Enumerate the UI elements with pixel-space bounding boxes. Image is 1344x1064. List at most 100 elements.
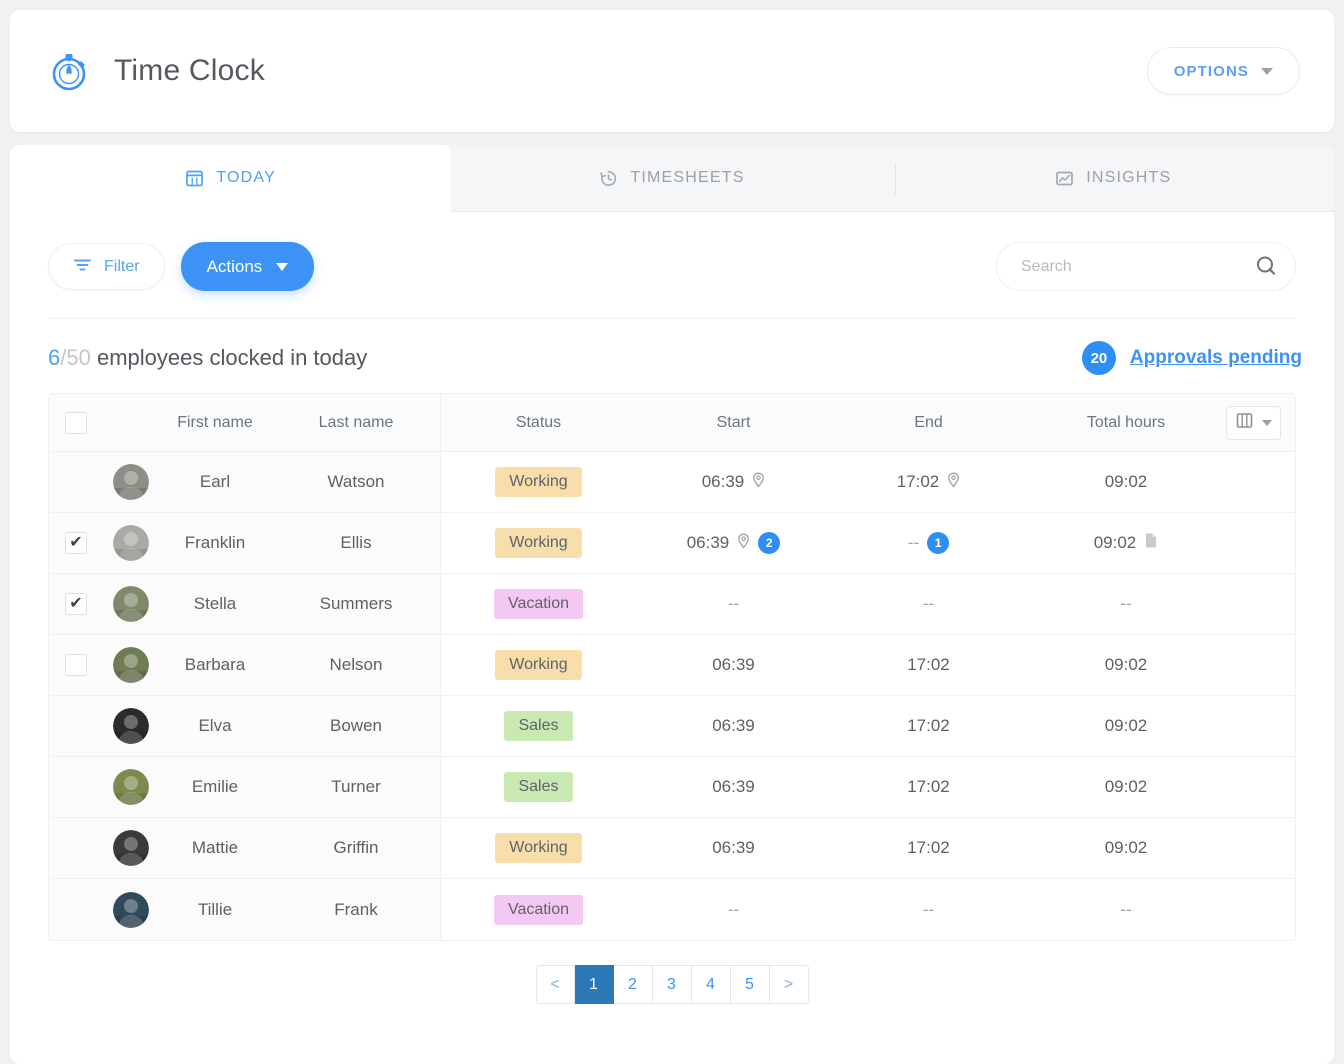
start-count-badge[interactable]: 2	[758, 532, 780, 554]
options-button[interactable]: OPTIONS	[1147, 47, 1300, 95]
table-row[interactable]: BarbaraNelsonWorking06:3917:0209:02	[49, 635, 1295, 696]
page-title: Time Clock	[114, 54, 265, 88]
location-pin-icon[interactable]	[947, 472, 960, 493]
cell-status: Working	[441, 528, 636, 558]
clocked-in-count: 6	[48, 345, 60, 370]
column-settings-button[interactable]	[1226, 406, 1281, 440]
cell-start: 06:39	[636, 777, 831, 797]
cell-total-hours: 09:02	[1026, 655, 1226, 675]
avatar	[103, 525, 159, 561]
cell-status: Working	[441, 467, 636, 497]
approvals-pending[interactable]: 20 Approvals pending	[1082, 341, 1302, 375]
chart-image-icon	[1055, 169, 1074, 188]
table-row[interactable]: FranklinEllisWorking06:392--109:02	[49, 513, 1295, 574]
cell-first-name: Stella	[159, 594, 271, 614]
avatar	[103, 586, 159, 622]
cell-total-hours: 09:02	[1026, 716, 1226, 736]
select-all-checkbox[interactable]	[65, 412, 87, 434]
start-time: 06:39	[712, 777, 755, 797]
note-icon[interactable]	[1144, 532, 1158, 554]
actions-button[interactable]: Actions	[181, 242, 315, 291]
total-hours: 09:02	[1105, 777, 1148, 797]
summary-row: 6/50 employees clocked in today 20 Appro…	[10, 319, 1334, 375]
columns-icon	[1235, 412, 1254, 434]
cell-start: 06:39	[636, 472, 831, 493]
filter-button-label: Filter	[104, 258, 140, 276]
pagination-page-3[interactable]: 3	[653, 965, 692, 1004]
end-time: 17:02	[907, 838, 950, 858]
cell-end: 17:02	[831, 838, 1026, 858]
table-row[interactable]: EmilieTurnerSales06:3917:0209:02	[49, 757, 1295, 818]
avatar	[103, 708, 159, 744]
row-select-cell	[49, 654, 103, 676]
clocked-in-total: 50	[66, 345, 90, 370]
search-input[interactable]	[996, 242, 1296, 291]
row-checkbox[interactable]	[65, 532, 87, 554]
avatar	[103, 830, 159, 866]
table-row[interactable]: EarlWatsonWorking06:3917:0209:02	[49, 452, 1295, 513]
column-header-status[interactable]: Status	[441, 414, 636, 432]
cell-last-name: Summers	[271, 594, 441, 614]
end-time: 17:02	[907, 655, 950, 675]
tab-insights[interactable]: INSIGHTS	[893, 145, 1334, 211]
avatar	[103, 769, 159, 805]
chevron-down-icon	[1262, 420, 1272, 426]
app-page: Time Clock OPTIONS TODAY TIMESHEETS	[0, 0, 1344, 1064]
row-checkbox[interactable]	[65, 593, 87, 615]
pagination-page-4[interactable]: 4	[692, 965, 731, 1004]
cell-end: --1	[831, 532, 1026, 554]
cell-last-name: Griffin	[271, 838, 441, 858]
chevron-down-icon	[1261, 68, 1273, 75]
column-header-end[interactable]: End	[831, 414, 1026, 432]
column-header-start[interactable]: Start	[636, 414, 831, 432]
pagination-page-2[interactable]: 2	[614, 965, 653, 1004]
cell-status: Working	[441, 833, 636, 863]
tab-today-label: TODAY	[216, 169, 276, 187]
pagination-prev[interactable]: <	[536, 965, 575, 1004]
cell-last-name: Nelson	[271, 655, 441, 675]
pagination-next[interactable]: >	[770, 965, 809, 1004]
pagination: <12345>	[10, 965, 1334, 1004]
cell-start: 06:39	[636, 838, 831, 858]
cell-first-name: Mattie	[159, 838, 271, 858]
column-header-total-hours[interactable]: Total hours	[1026, 414, 1226, 432]
cell-status: Working	[441, 650, 636, 680]
location-pin-icon[interactable]	[737, 533, 750, 554]
search-icon[interactable]	[1254, 254, 1278, 281]
row-checkbox[interactable]	[65, 654, 87, 676]
row-select-cell	[49, 593, 103, 615]
table-header-row: First name Last name Status Start End To…	[49, 394, 1295, 452]
tab-today[interactable]: TODAY	[10, 145, 451, 211]
actions-button-label: Actions	[207, 257, 263, 277]
total-hours: 09:02	[1094, 533, 1137, 553]
table-row[interactable]: MattieGriffinWorking06:3917:0209:02	[49, 818, 1295, 879]
cell-end: 17:02	[831, 716, 1026, 736]
pagination-page-1[interactable]: 1	[575, 965, 614, 1004]
location-pin-icon[interactable]	[752, 472, 765, 493]
column-header-last-name[interactable]: Last name	[271, 414, 441, 432]
pagination-page-5[interactable]: 5	[731, 965, 770, 1004]
tab-timesheets[interactable]: TIMESHEETS	[451, 145, 892, 211]
start-time: --	[728, 594, 739, 614]
status-badge: Sales	[504, 772, 572, 802]
start-time: 06:39	[687, 533, 730, 553]
start-time: 06:39	[712, 838, 755, 858]
cell-end: 17:02	[831, 777, 1026, 797]
status-badge: Working	[495, 650, 581, 680]
end-count-badge[interactable]: 1	[927, 532, 949, 554]
total-hours: 09:02	[1105, 655, 1148, 675]
filter-icon	[73, 257, 92, 276]
filter-button[interactable]: Filter	[48, 243, 165, 290]
cell-last-name: Ellis	[271, 533, 441, 553]
cell-first-name: Earl	[159, 472, 271, 492]
approvals-count-badge: 20	[1082, 341, 1116, 375]
cell-last-name: Bowen	[271, 716, 441, 736]
row-select-cell	[49, 532, 103, 554]
table-row[interactable]: TillieFrankVacation------	[49, 879, 1295, 940]
cell-status: Sales	[441, 772, 636, 802]
table-row[interactable]: StellaSummersVacation------	[49, 574, 1295, 635]
column-header-first-name[interactable]: First name	[159, 414, 271, 432]
calendar-icon	[185, 169, 204, 188]
table-row[interactable]: ElvaBowenSales06:3917:0209:02	[49, 696, 1295, 757]
status-badge: Working	[495, 467, 581, 497]
